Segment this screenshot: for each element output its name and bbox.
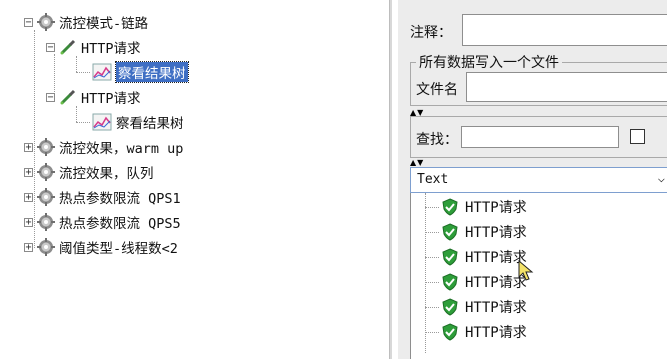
collapse-toggle[interactable]: − [46, 92, 55, 102]
result-item[interactable]: HTTP请求 [425, 195, 527, 219]
result-label: HTTP请求 [465, 200, 527, 216]
splitter[interactable] [389, 0, 392, 359]
listener-icon [92, 63, 112, 81]
comment-label: 注释： [410, 25, 452, 41]
expand-toggle[interactable]: + [24, 217, 33, 227]
listener-icon [92, 113, 112, 131]
tree-node-threshold-threads[interactable]: + 阈值类型-线程数<2 [24, 235, 178, 259]
expand-toggle[interactable]: + [24, 242, 33, 252]
result-item[interactable]: HTTP请求 [425, 245, 527, 269]
search-input[interactable] [461, 126, 619, 148]
tree-node-label: 流控效果，warm up [59, 141, 184, 157]
result-label: HTTP请求 [465, 225, 527, 241]
tree-node-http-request[interactable]: − HTTP请求 [46, 35, 141, 59]
search-label: 查找： [416, 132, 458, 148]
filename-input[interactable] [466, 72, 667, 102]
collapse-toggle[interactable]: − [24, 17, 33, 27]
tree-connector [76, 72, 90, 73]
tree-node-label: 热点参数限流 QPS5 [59, 216, 181, 232]
tree-node-label: 察看结果树 [116, 116, 184, 132]
success-shield-icon [442, 273, 458, 291]
tree-node-label: HTTP请求 [81, 41, 141, 57]
tree-node-flow-effect-queue[interactable]: + 流控效果，队列 [24, 160, 154, 184]
renderer-selected-value: Text [417, 172, 449, 187]
result-item[interactable]: HTTP请求 [425, 295, 527, 319]
tree-node-label: HTTP请求 [81, 91, 141, 107]
case-sensitive-checkbox[interactable] [630, 129, 645, 144]
tree-node-label: 流控模式-链路 [59, 16, 149, 32]
success-shield-icon [442, 248, 458, 266]
success-shield-icon [442, 298, 458, 316]
comment-input[interactable] [462, 14, 667, 46]
expand-toggle[interactable]: + [24, 142, 33, 152]
results-list: HTTP请求 HTTP请求 HTTP请求 HTTP请求 HTTP请求 HTTP请… [410, 193, 667, 359]
gear-icon [37, 213, 55, 231]
tree-node-flow-effect-warmup[interactable]: + 流控效果，warm up [24, 135, 183, 159]
test-plan-tree: − 流控模式-链路 − HTTP请求 察看结果树 − HTTP请求 察看结果树 … [0, 0, 390, 359]
split-arrows[interactable]: ▲▼ [410, 158, 424, 167]
view-results-tree-panel: 注释： 所有数据写入一个文件 文件名 ▲▼ 查找： ▲▼ Text ⌵ HTTP… [398, 0, 667, 359]
tree-node-label: 阈值类型-线程数<2 [59, 241, 178, 257]
gear-icon [37, 163, 55, 181]
collapse-toggle[interactable]: − [46, 42, 55, 52]
tree-node-label: 察看结果树 [115, 61, 189, 83]
tree-node-flow-mode-chain[interactable]: − 流控模式-链路 [24, 10, 148, 34]
result-label: HTTP请求 [465, 300, 527, 316]
tree-node-label: 流控效果，队列 [59, 166, 154, 182]
success-shield-icon [442, 223, 458, 241]
tree-node-hotspot-qps1[interactable]: + 热点参数限流 QPS1 [24, 185, 181, 209]
gear-icon [37, 188, 55, 206]
result-item[interactable]: HTTP请求 [425, 220, 527, 244]
result-item[interactable]: HTTP请求 [425, 270, 527, 294]
filename-label: 文件名 [416, 82, 458, 98]
sampler-icon [60, 89, 76, 105]
expand-toggle[interactable]: + [24, 192, 33, 202]
tree-node-label: 热点参数限流 QPS1 [59, 191, 181, 207]
mouse-pointer-icon [518, 260, 534, 281]
success-shield-icon [442, 323, 458, 341]
gear-icon [37, 13, 55, 31]
expand-toggle[interactable]: + [24, 167, 33, 177]
tree-connector [76, 122, 90, 123]
gear-icon [37, 238, 55, 256]
file-group-title: 所有数据写入一个文件 [416, 52, 562, 72]
renderer-select[interactable]: Text ⌵ [410, 167, 667, 193]
gear-icon [37, 138, 55, 156]
tree-node-view-results-tree[interactable]: 察看结果树 [92, 110, 184, 134]
sampler-icon [60, 39, 76, 55]
tree-node-http-request[interactable]: − HTTP请求 [46, 85, 141, 109]
tree-node-hotspot-qps5[interactable]: + 热点参数限流 QPS5 [24, 210, 181, 234]
tree-node-view-results-tree[interactable]: 察看结果树 [92, 60, 189, 84]
success-shield-icon [442, 198, 458, 216]
result-item[interactable]: HTTP请求 [425, 320, 527, 344]
chevron-down-icon: ⌵ [657, 171, 665, 185]
result-label: HTTP请求 [465, 325, 527, 341]
